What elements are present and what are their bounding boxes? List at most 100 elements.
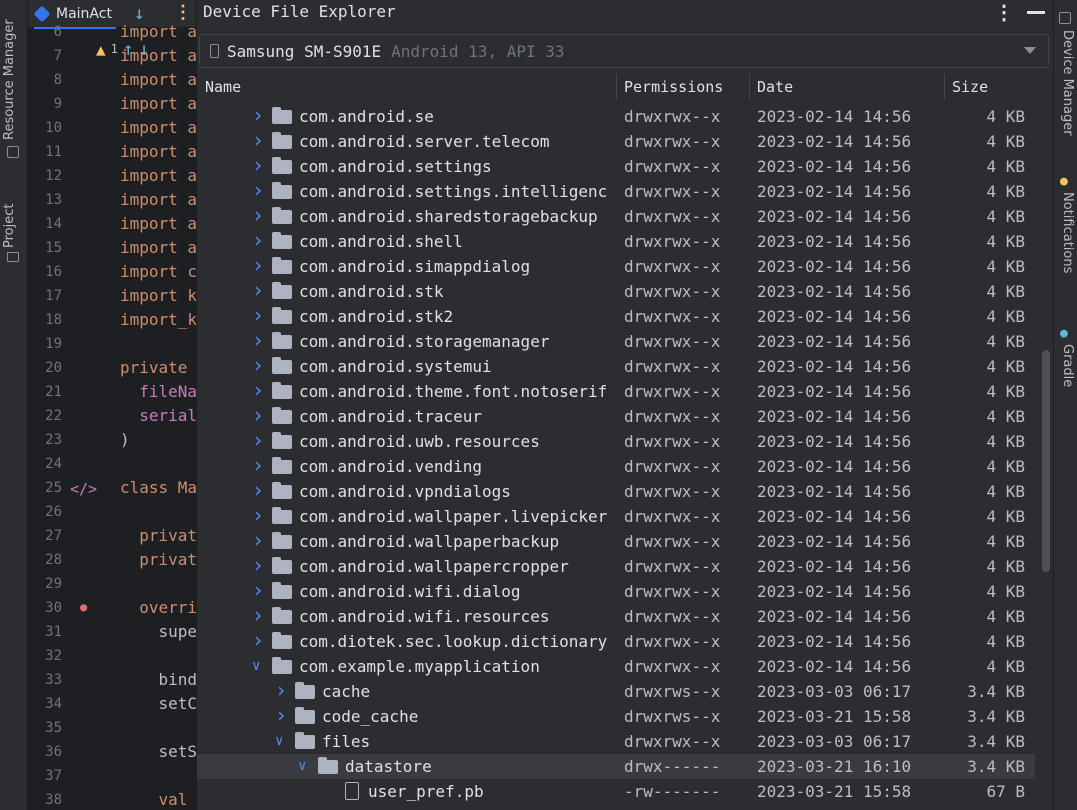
folder-row[interactable]: › com.android.wifi.resources drwxrwx--x 202… [197, 604, 1035, 629]
folder-row[interactable]: › com.diotek.sec.lookup.dictionary drwxrwx… [197, 629, 1035, 654]
line-number: 29 [45, 576, 62, 592]
folder-row[interactable]: › com.android.vending drwxrwx--x 2023-02-14… [197, 454, 1035, 479]
column-size[interactable]: Size [952, 74, 988, 100]
code-line: import a [120, 238, 196, 257]
chevron-right-icon[interactable]: › [252, 454, 266, 477]
chevron-right-icon[interactable]: › [252, 329, 266, 352]
folder-icon [318, 757, 338, 774]
folder-row[interactable]: › com.android.vpndialogs drwxrwx--x 2023-02… [197, 479, 1035, 504]
chevron-right-icon[interactable]: › [275, 679, 289, 702]
name-cell: com.android.wallpapercropper [299, 557, 569, 576]
chevron-right-icon[interactable]: › [252, 354, 266, 377]
folder-row[interactable]: › com.android.settings.intelligenc drwxrwx… [197, 179, 1035, 204]
chevron-down-icon[interactable]: ∨ [252, 654, 266, 679]
chevron-right-icon[interactable]: › [252, 629, 266, 652]
chevron-right-icon[interactable]: › [252, 604, 266, 627]
chevron-right-icon[interactable]: › [252, 179, 266, 202]
code-editor[interactable]: MainAct ↓ ⋮ ▲ 1 ↑ ↓ 6 import a 7 import a8i… [28, 0, 196, 810]
chevron-right-icon[interactable]: › [252, 204, 266, 227]
folder-icon [272, 307, 292, 324]
folder-row[interactable]: › com.android.theme.font.notoserif drwxrwx… [197, 379, 1035, 404]
device-manager-icon [1059, 12, 1071, 24]
folder-row[interactable]: › com.android.wallpaper.livepicker drwxrwx… [197, 504, 1035, 529]
chevron-right-icon[interactable]: › [252, 229, 266, 252]
column-permissions[interactable]: Permissions [624, 74, 723, 100]
size-cell: 3.4 KB [967, 682, 1025, 701]
chevron-right-icon[interactable]: › [275, 704, 289, 727]
chevron-right-icon[interactable]: › [252, 104, 266, 127]
date-cell: 2023-03-21 15:58 [757, 782, 912, 801]
chevron-down-icon[interactable]: ∨ [275, 729, 289, 754]
size-cell: 4 KB [986, 507, 1025, 526]
size-cell: 4 KB [986, 157, 1025, 176]
folder-row[interactable]: ∨ files drwxrwx--x 2023-03-03 06:17 3.4 KB [197, 729, 1035, 754]
download-arrow-icon[interactable]: ↓ [134, 3, 145, 24]
folder-row[interactable]: › com.android.stk drwxrwx--x 2023-02-14 14:… [197, 279, 1035, 304]
folder-icon [272, 382, 292, 399]
override-gutter-icon[interactable]: ● [80, 600, 87, 614]
file-row[interactable]: user_pref.pb -rw------- 2023-03-21 15:58 67… [197, 779, 1035, 804]
resource-manager-tab[interactable]: Resource Manager [2, 19, 17, 140]
minimize-icon[interactable] [1027, 11, 1045, 14]
column-divider[interactable] [944, 74, 945, 100]
name-cell: com.android.wallpaperbackup [299, 532, 560, 551]
chevron-right-icon[interactable]: › [252, 154, 266, 177]
chevron-right-icon[interactable]: › [252, 429, 266, 452]
folder-row[interactable]: ∨ com.example.myapplication drwxrwx--x 2023… [197, 654, 1035, 679]
folder-row[interactable]: › com.android.systemui drwxrwx--x 2023-02-1… [197, 354, 1035, 379]
folder-row[interactable]: › com.android.shell drwxrwx--x 2023-02-14 1… [197, 229, 1035, 254]
size-cell: 4 KB [986, 532, 1025, 551]
chevron-right-icon[interactable]: › [252, 554, 266, 577]
line-number: 8 [53, 72, 62, 88]
code-line: class Ma [120, 478, 196, 497]
column-divider[interactable] [616, 74, 617, 100]
chevron-right-icon[interactable]: › [252, 579, 266, 602]
file-icon [345, 782, 359, 800]
folder-row[interactable]: › com.android.traceur drwxrwx--x 2023-02-14… [197, 404, 1035, 429]
chevron-right-icon[interactable]: › [252, 504, 266, 527]
folder-row[interactable]: › com.android.settings drwxrwx--x 2023-02-1… [197, 154, 1035, 179]
column-name[interactable]: Name [205, 74, 241, 100]
chevron-right-icon[interactable]: › [252, 254, 266, 277]
folder-row[interactable]: › com.android.server.telecom drwxrwx--x 202… [197, 129, 1035, 154]
device-manager-tab[interactable]: Device Manager [1060, 30, 1075, 136]
column-date[interactable]: Date [757, 74, 793, 100]
chevron-right-icon[interactable]: › [252, 129, 266, 152]
folder-row[interactable]: › com.android.sharedstoragebackup drwxrwx-… [197, 204, 1035, 229]
permissions-cell: drwxrwx--x [624, 407, 721, 426]
column-divider[interactable] [749, 74, 750, 100]
folder-row[interactable]: › com.android.se drwxrwx--x 2023-02-14 14:5… [197, 104, 1035, 129]
folder-row[interactable]: › com.android.stk2 drwxrwx--x 2023-02-14 14… [197, 304, 1035, 329]
folder-row[interactable]: › com.android.wallpaperbackup drwxrwx--x 20… [197, 529, 1035, 554]
folder-row[interactable]: › com.android.wifi.dialog drwxrwx--x 2023-0… [197, 579, 1035, 604]
project-tab[interactable]: Project [2, 204, 17, 248]
chevron-right-icon[interactable]: › [252, 479, 266, 502]
folder-row[interactable]: › com.android.uwb.resources drwxrwx--x 2023… [197, 429, 1035, 454]
vertical-scrollbar[interactable] [1042, 350, 1050, 572]
folder-row[interactable]: ∨ datastore drwx------ 2023-03-21 16:10 3.4 … [197, 754, 1035, 779]
gradle-tab[interactable]: Gradle [1060, 344, 1075, 387]
code-line: val [120, 790, 188, 809]
permissions-cell: drwxrwx--x [624, 207, 721, 226]
folder-row[interactable]: › com.android.simappdialog drwxrwx--x 2023-… [197, 254, 1035, 279]
name-cell: user_pref.pb [368, 782, 484, 801]
folder-row[interactable]: › code_cache drwxrws--x 2023-03-21 15:58 3.4… [197, 704, 1035, 729]
permissions-cell: drwxrwx--x [624, 307, 721, 326]
size-cell: 4 KB [986, 457, 1025, 476]
folder-icon [272, 507, 292, 524]
folder-row[interactable]: › cache drwxrws--x 2023-03-03 06:17 3.4 KB [197, 679, 1035, 704]
chevron-right-icon[interactable]: › [252, 379, 266, 402]
more-vertical-icon[interactable]: ⋮ [174, 2, 192, 23]
tab-label: MainAct [56, 5, 112, 22]
options-menu-icon[interactable]: ⋮ [994, 0, 1014, 24]
device-selector[interactable]: Samsung SM-S901E Android 13, API 33 [199, 34, 1049, 68]
notifications-tab[interactable]: Notifications [1060, 192, 1075, 273]
folder-row[interactable]: › com.android.storagemanager drwxrwx--x 202… [197, 329, 1035, 354]
folder-row[interactable]: › com.android.wallpapercropper drwxrwx--x 2… [197, 554, 1035, 579]
chevron-right-icon[interactable]: › [252, 279, 266, 302]
date-cell: 2023-02-14 14:56 [757, 582, 912, 601]
chevron-down-icon[interactable]: ∨ [298, 754, 312, 779]
chevron-right-icon[interactable]: › [252, 404, 266, 427]
chevron-right-icon[interactable]: › [252, 304, 266, 327]
chevron-right-icon[interactable]: › [252, 529, 266, 552]
